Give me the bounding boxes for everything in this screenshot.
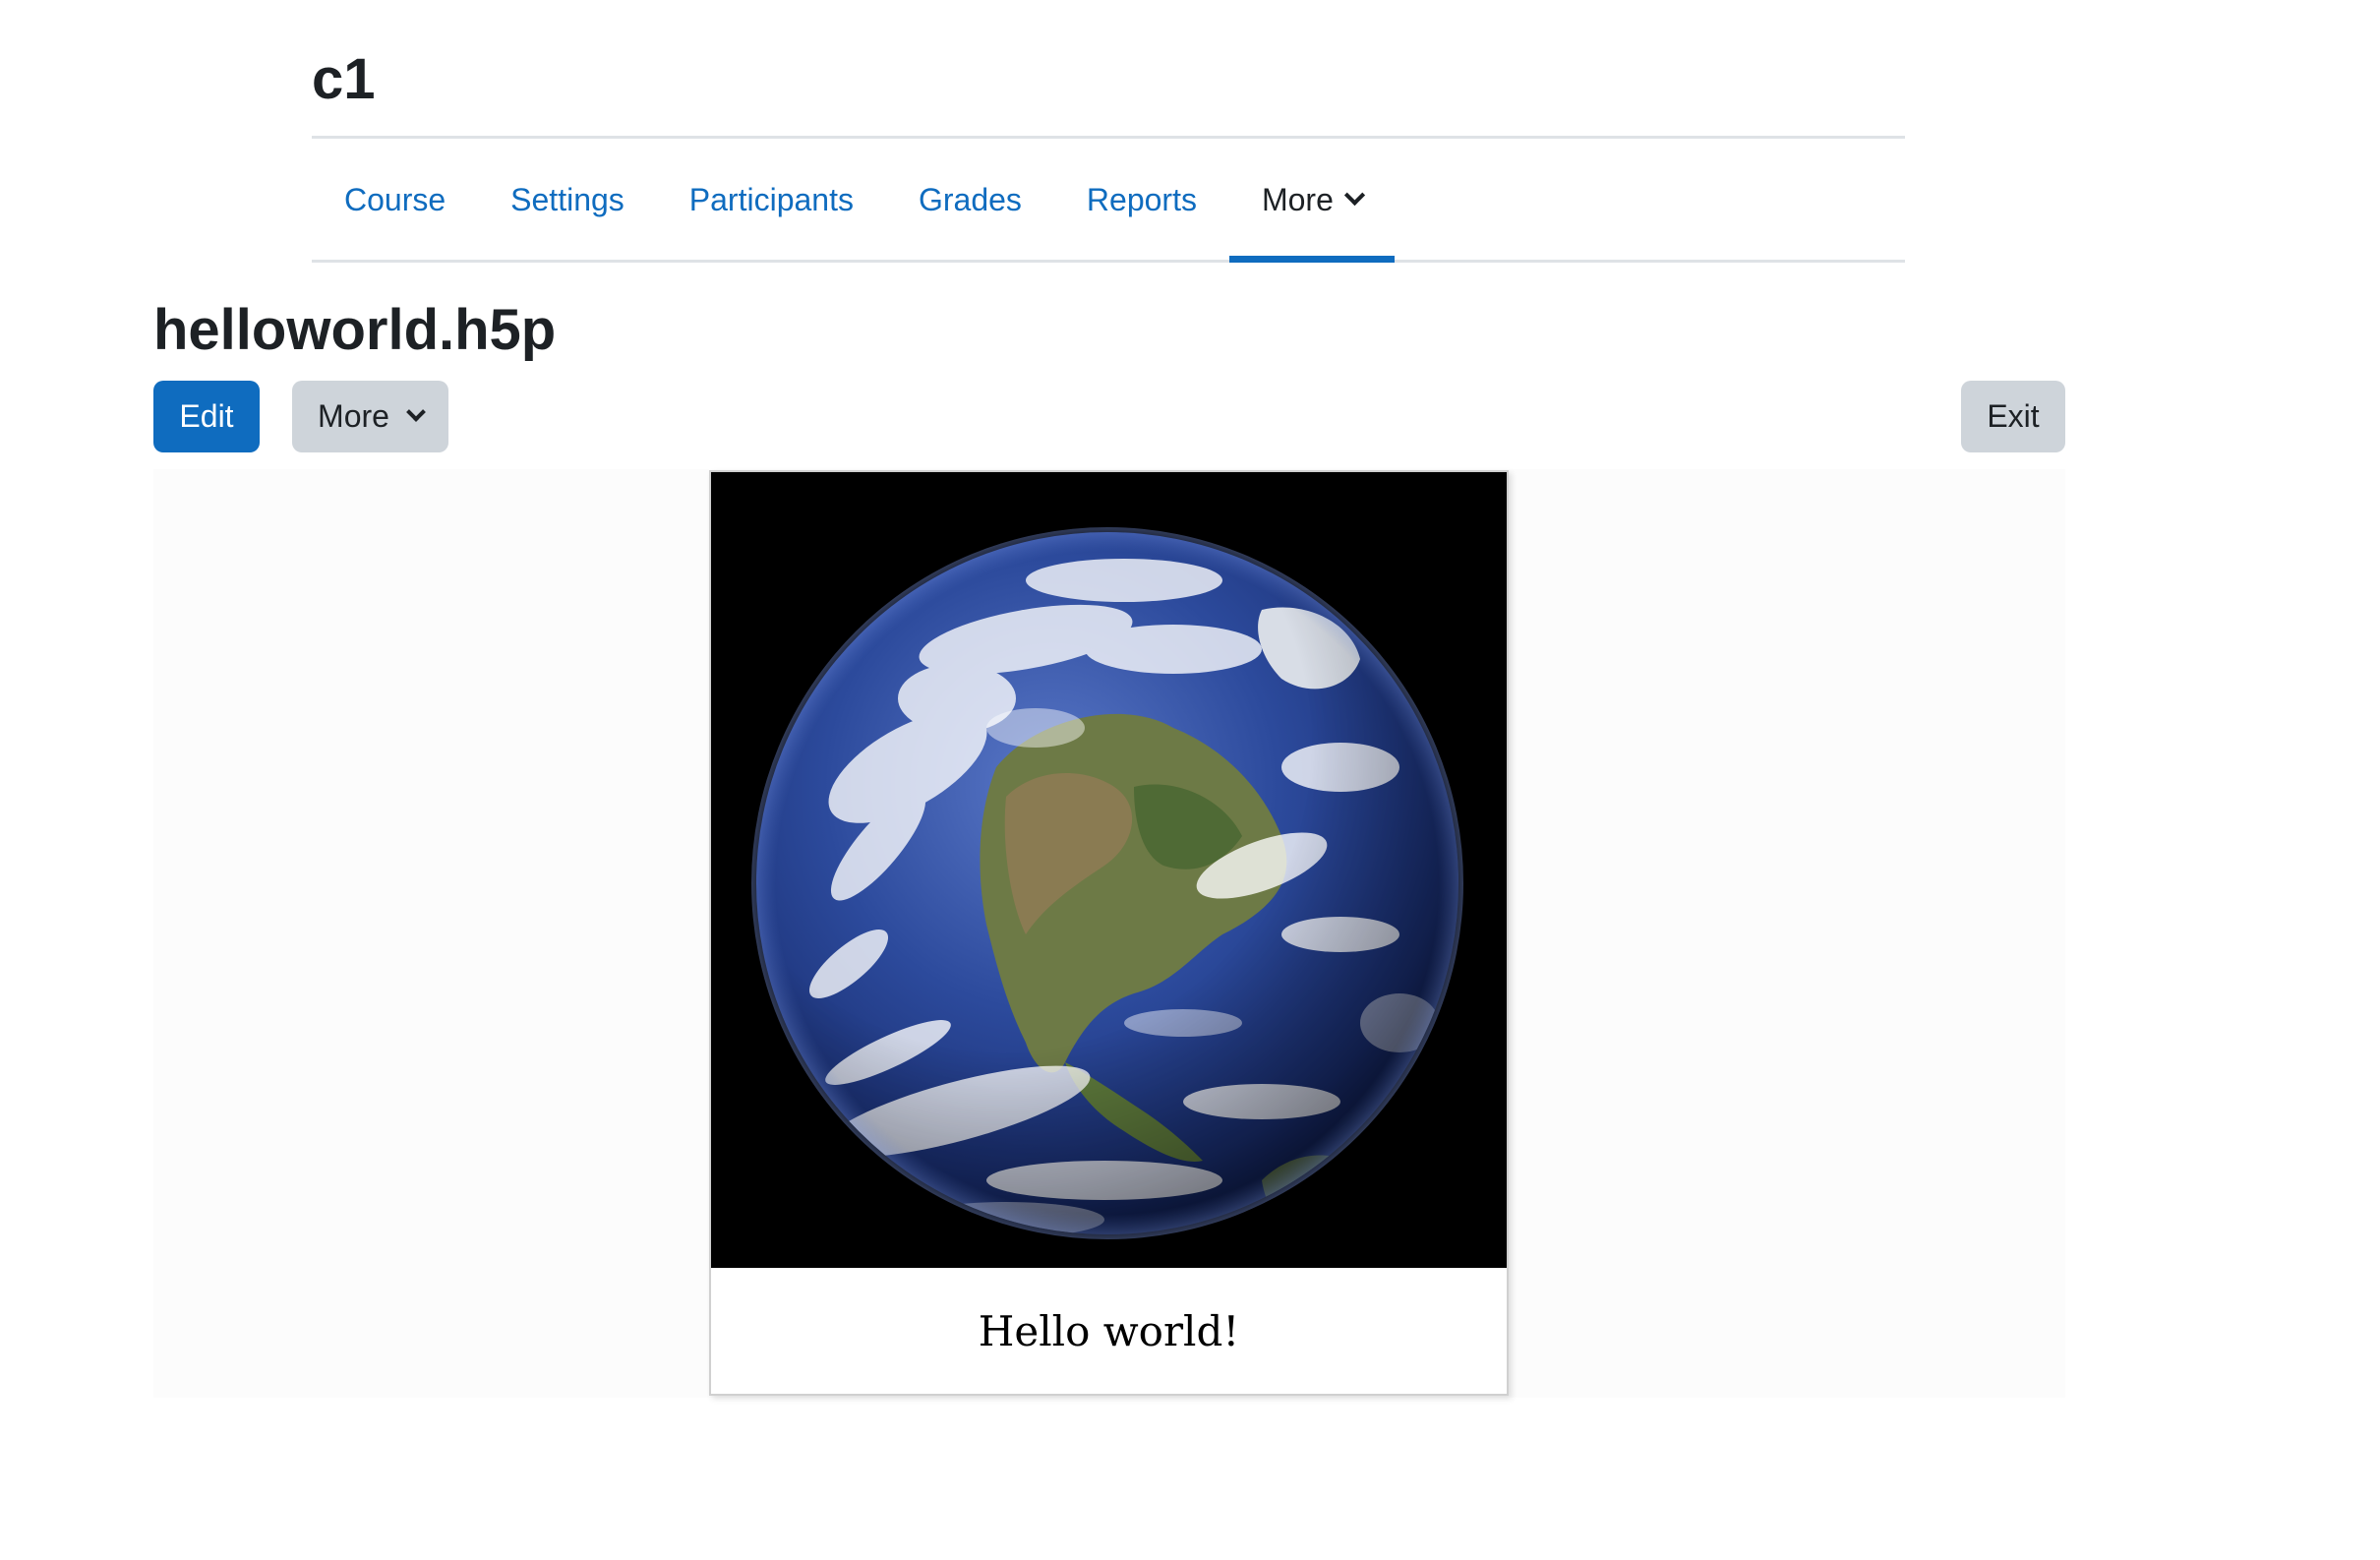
nav-item-more[interactable]: More [1228,140,1395,263]
page: c1 Course Settings Participants Grades R… [0,0,2380,1560]
nav-item-participants[interactable]: Participants [657,140,886,260]
secondary-navigation: Course Settings Participants Grades Repo… [312,140,1905,263]
chevron-down-icon [406,401,426,422]
nav-more-label: More [1261,181,1334,217]
exit-button[interactable]: Exit [1961,381,2065,452]
header-divider [312,136,1905,139]
chevron-down-icon [1343,184,1365,206]
earth-image [711,472,1507,1268]
course-title: c1 [312,47,376,111]
course-header: c1 [312,39,1905,139]
h5p-content-area: Hello world! [153,469,2065,1398]
more-actions-label: More [318,398,389,434]
nav-item-reports[interactable]: Reports [1054,140,1229,260]
exit-button-label: Exit [1987,398,2040,434]
more-actions-button[interactable]: More [292,381,448,452]
h5p-caption: Hello world! [978,1306,1240,1355]
nav-item-settings[interactable]: Settings [478,140,657,260]
edit-button-label: Edit [179,398,234,434]
edit-button[interactable]: Edit [153,381,260,452]
nav-item-course[interactable]: Course [312,140,478,260]
activity-title: helloworld.h5p [153,298,557,362]
nav-item-grades[interactable]: Grades [886,140,1054,260]
h5p-card: Hello world! [709,470,1509,1396]
